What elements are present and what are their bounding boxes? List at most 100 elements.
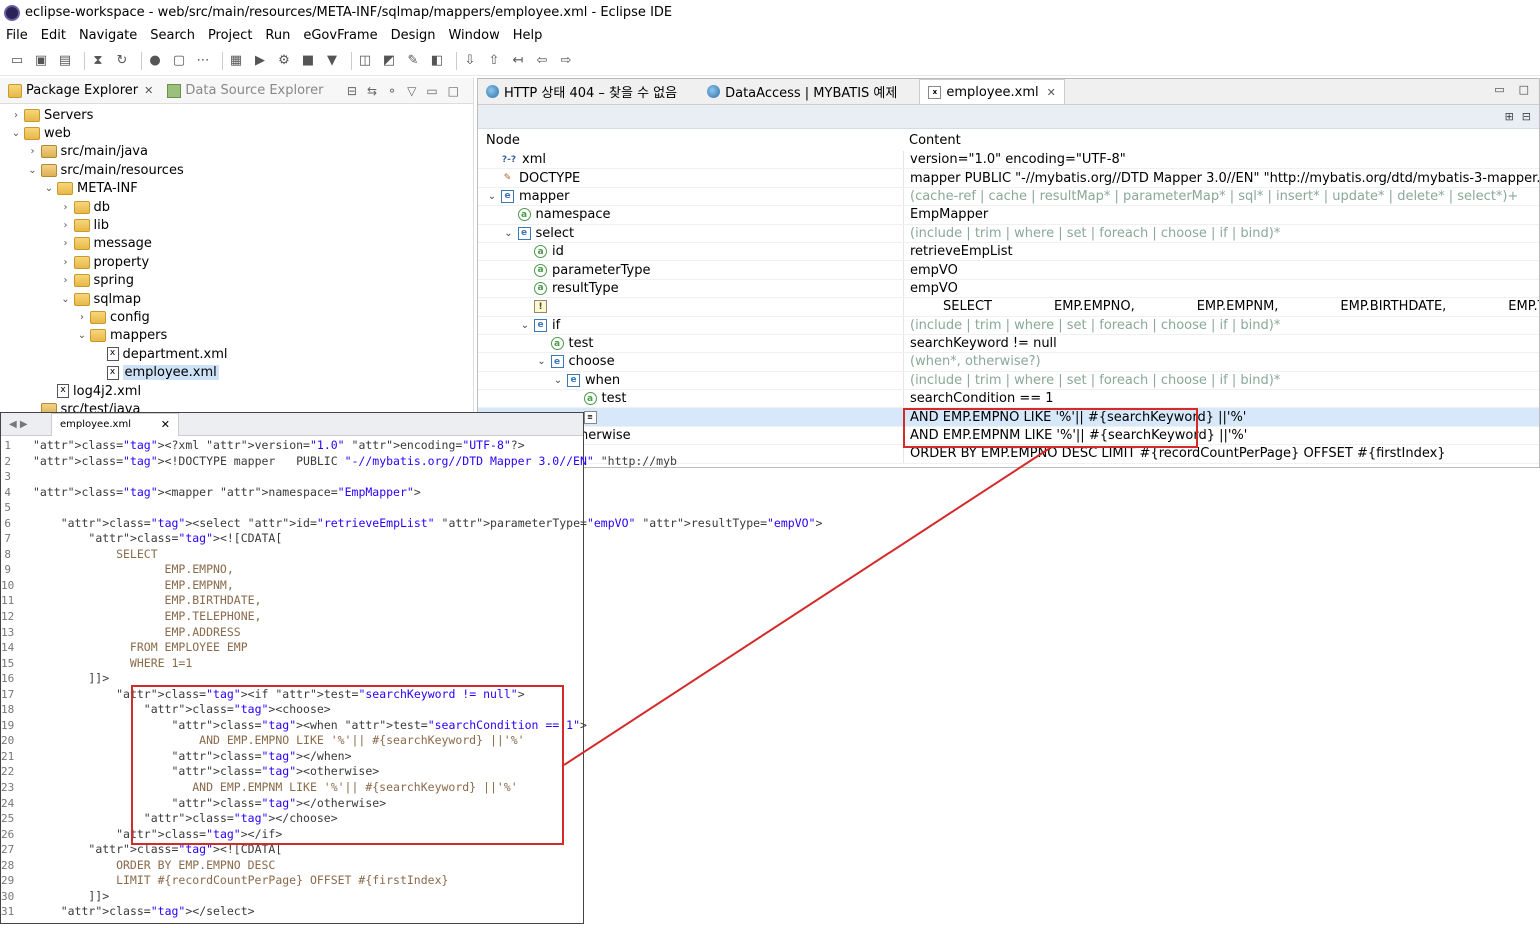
collapse-all-icon[interactable]: ⊟ xyxy=(347,84,357,98)
content-cell[interactable]: (when*, otherwise?) xyxy=(903,353,1539,371)
maximize-icon[interactable]: □ xyxy=(1519,83,1529,100)
chevron-down-icon[interactable]: ⌄ xyxy=(76,330,88,341)
code-line[interactable]: 6 "attr">class="tag"><select "attr">id="… xyxy=(1,516,822,532)
code-line[interactable]: 9 EMP.EMPNO, xyxy=(1,562,583,578)
console-icon[interactable]: ▢ xyxy=(170,52,188,70)
open-task-icon[interactable]: ◧ xyxy=(428,52,446,70)
table-row[interactable]: ⌄ e if (include | trim | where | set | fore… xyxy=(478,316,1539,335)
tree-item[interactable]: x log4j2.xml xyxy=(0,382,473,400)
save-icon[interactable]: ▣ xyxy=(32,52,50,70)
table-row[interactable]: a test searchCondition == 1 xyxy=(478,390,1539,409)
editor-tab[interactable]: x employee.xml ✕ xyxy=(919,79,1065,104)
close-icon[interactable]: ✕ xyxy=(144,84,153,97)
chevron-right-icon[interactable]: › xyxy=(27,146,39,157)
menu-item-help[interactable]: Help xyxy=(513,28,543,43)
server-icon[interactable]: ▼ xyxy=(323,52,341,70)
collapse-all-icon[interactable]: ⊟ xyxy=(1522,110,1531,123)
menu-item-egovframe[interactable]: eGovFrame xyxy=(303,28,377,43)
content-cell[interactable]: version="1.0" encoding="UTF-8" xyxy=(903,151,1539,169)
table-row[interactable]: ! SELECT EMP.EMPNO, EMP.EMPNM, EMP.BIRTH… xyxy=(478,298,1539,317)
chevron-right-icon[interactable]: › xyxy=(60,220,72,231)
chevron-down-icon[interactable]: ⌄ xyxy=(486,191,498,202)
tree-item[interactable]: › property xyxy=(0,253,473,271)
tree-item[interactable]: › Servers xyxy=(0,106,473,124)
content-column-header[interactable]: Content xyxy=(903,133,961,148)
content-cell[interactable]: (cache-ref | cache | resultMap* | parame… xyxy=(903,187,1539,206)
tree-item[interactable]: ⌄ mappers xyxy=(0,327,473,345)
content-cell[interactable]: (include | trim | where | set | foreach … xyxy=(903,224,1539,242)
chevron-down-icon[interactable]: ⌄ xyxy=(519,320,531,331)
content-cell[interactable]: searchKeyword != null xyxy=(903,334,1539,353)
next-annotation-icon[interactable]: ⇩ xyxy=(461,52,479,70)
link-editor-icon[interactable]: ⇆ xyxy=(367,84,377,98)
chevron-right-icon[interactable]: › xyxy=(60,275,72,286)
code-line[interactable]: 29 LIMIT #{recordCountPerPage} OFFSET #{… xyxy=(1,873,583,889)
close-icon[interactable]: ✕ xyxy=(1047,86,1056,99)
tree-item[interactable]: ⌄ META-INF xyxy=(0,180,473,198)
chevron-right-icon[interactable]: › xyxy=(60,238,72,249)
stop-icon[interactable]: ■ xyxy=(299,52,317,70)
table-row[interactable]: a namespace EmpMapper xyxy=(478,206,1539,225)
run-icon[interactable]: ▶ xyxy=(251,52,269,70)
code-line[interactable]: 10 EMP.EMPNM, xyxy=(1,578,583,594)
chevron-down-icon[interactable]: ⌄ xyxy=(60,294,72,305)
table-row[interactable]: ⌄ e mapper (cache-ref | cache | resultMap* … xyxy=(478,187,1539,207)
chevron-down-icon[interactable]: ⌄ xyxy=(503,228,515,239)
code-line[interactable]: 12 EMP.TELEPHONE, xyxy=(1,609,583,625)
code-line[interactable]: 15 WHERE 1=1 xyxy=(1,656,583,672)
pin-icon[interactable]: ✎ xyxy=(404,52,422,70)
tab-package-explorer[interactable]: Package Explorer ✕ xyxy=(8,83,153,98)
content-cell[interactable]: (include | trim | where | set | foreach … xyxy=(903,316,1539,334)
code-line[interactable]: 11 EMP.BIRTHDATE, xyxy=(1,593,583,609)
tree-item[interactable]: › message xyxy=(0,235,473,253)
code-line[interactable]: 13 EMP.ADDRESS xyxy=(1,625,583,641)
tree-item[interactable]: x employee.xml xyxy=(0,363,473,381)
menu-item-navigate[interactable]: Navigate xyxy=(79,28,137,43)
new-icon[interactable]: ▭ xyxy=(8,52,26,70)
code-line[interactable]: 30 ]]> xyxy=(1,889,583,905)
code-line[interactable]: 28 ORDER BY EMP.EMPNO DESC xyxy=(1,858,583,874)
table-row[interactable]: ⌄ e select (include | trim | where | set | … xyxy=(478,224,1539,243)
minimize-icon[interactable]: ▭ xyxy=(1494,83,1504,100)
open-folder-icon[interactable]: ◩ xyxy=(380,52,398,70)
editor-tab[interactable]: HTTP 상태 404 – 찾을 수 없음 xyxy=(478,79,685,104)
editor-tab[interactable]: DataAccess | MYBATIS 예제 xyxy=(699,79,905,104)
menu-item-design[interactable]: Design xyxy=(391,28,436,43)
view-menu-icon[interactable]: ▽ xyxy=(407,84,416,98)
open-type-icon[interactable]: ◫ xyxy=(356,52,374,70)
code-line[interactable]: 1 "attr">class="tag"><?xml "attr">version… xyxy=(1,438,583,454)
debug-icon[interactable]: ● xyxy=(146,52,164,70)
chevron-down-icon[interactable]: ⌄ xyxy=(27,165,39,176)
code-line[interactable]: 14 FROM EMPLOYEE EMP xyxy=(1,640,583,656)
chevron-down-icon[interactable]: ⌄ xyxy=(552,375,564,386)
tree-item[interactable]: › config xyxy=(0,308,473,326)
last-edit-icon[interactable]: ↤ xyxy=(509,52,527,70)
code-line[interactable]: 31 "attr">class="tag"></select> xyxy=(1,904,583,920)
close-icon[interactable]: ✕ xyxy=(161,418,170,431)
table-row[interactable]: ?-? xml version="1.0" encoding="UTF-8" xyxy=(478,151,1539,170)
code-line[interactable]: 8 SELECT xyxy=(1,547,583,563)
tab-data-source-explorer[interactable]: Data Source Explorer xyxy=(167,83,323,98)
code-line[interactable]: 2 "attr">class="tag"><!DOCTYPE mapper PUB… xyxy=(1,454,677,470)
maximize-icon[interactable]: □ xyxy=(448,84,459,98)
menu-item-edit[interactable]: Edit xyxy=(41,28,66,43)
tree-item[interactable]: ⌄ src/main/resources xyxy=(0,161,473,179)
chevron-right-icon[interactable]: › xyxy=(60,202,72,213)
table-row[interactable]: ⌄ e choose (when*, otherwise?) xyxy=(478,353,1539,372)
prev-annotation-icon[interactable]: ⇧ xyxy=(485,52,503,70)
chevron-right-icon[interactable]: › xyxy=(76,312,88,323)
expand-all-icon[interactable]: ⊞ xyxy=(1505,110,1514,123)
code-line[interactable]: 7 "attr">class="tag"><![CDATA[ xyxy=(1,531,583,547)
chevron-right-icon[interactable]: › xyxy=(60,257,72,268)
table-row[interactable]: a id retrieveEmpList xyxy=(478,242,1539,262)
code-line[interactable]: 5 xyxy=(1,500,583,516)
chevron-right-icon[interactable]: › xyxy=(10,110,22,121)
tree-item[interactable]: › src/main/java xyxy=(0,143,473,161)
content-cell[interactable]: SELECT EMP.EMPNO, EMP.EMPNM, EMP.BIRTHDA… xyxy=(903,298,1539,316)
content-cell[interactable]: EmpMapper xyxy=(903,206,1539,224)
table-row[interactable]: ⌄ e when (include | trim | where | set | fo… xyxy=(478,371,1539,391)
node-column-header[interactable]: Node xyxy=(478,133,903,148)
menu-item-run[interactable]: Run xyxy=(265,28,290,43)
run-external-icon[interactable]: ⚙ xyxy=(275,52,293,70)
chevron-down-icon[interactable]: ⌄ xyxy=(10,128,22,139)
